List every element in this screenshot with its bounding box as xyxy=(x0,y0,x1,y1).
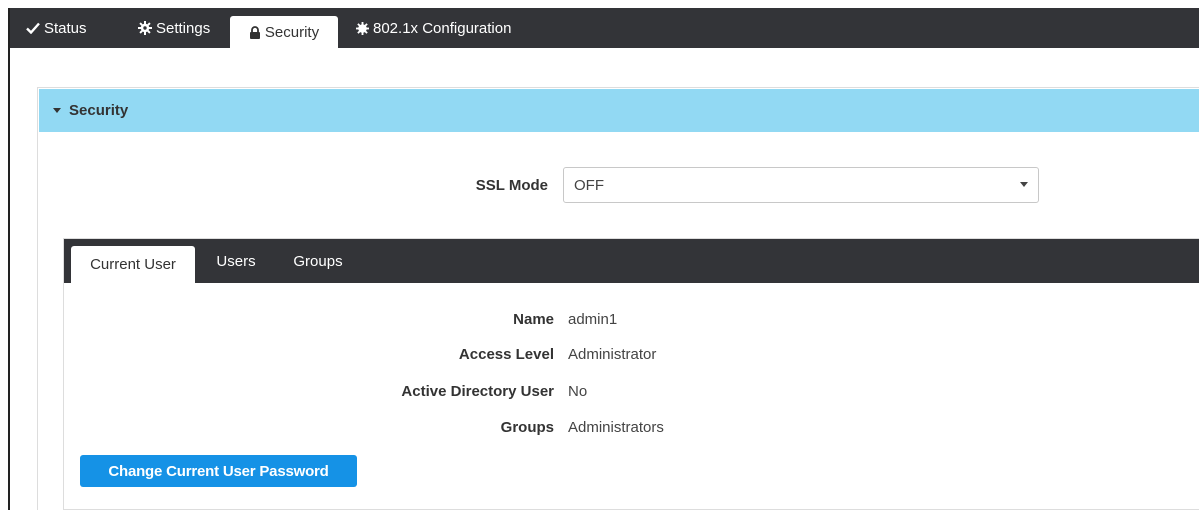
tab-security[interactable]: Security xyxy=(230,16,338,48)
app-frame: Status Settings Security 802.1x Configur… xyxy=(8,8,1199,510)
tab-current-user-label: Current User xyxy=(90,256,176,273)
name-value: admin1 xyxy=(568,311,618,328)
tab-8021x-label: 802.1x Configuration xyxy=(373,19,512,37)
user-tabs-panel: Current User Users Groups Name admin1 Ac… xyxy=(63,238,1199,510)
tab-current-user[interactable]: Current User xyxy=(71,246,195,283)
tab-8021x-configuration[interactable]: 802.1x Configuration xyxy=(348,8,519,48)
tab-settings[interactable]: Settings xyxy=(130,8,218,48)
name-label: Name xyxy=(513,311,554,328)
tab-users[interactable]: Users xyxy=(207,239,265,283)
active-directory-user-value: No xyxy=(568,383,588,400)
tab-security-label: Security xyxy=(264,23,320,41)
groups-label: Groups xyxy=(500,419,554,436)
user-tab-bar: Current User Users Groups xyxy=(64,239,1199,283)
tab-groups[interactable]: Groups xyxy=(284,239,352,283)
tab-settings-label: Settings xyxy=(156,19,211,37)
change-current-user-password-button[interactable]: Change Current User Password xyxy=(80,455,357,487)
ssl-mode-label: SSL Mode xyxy=(475,177,548,194)
tab-groups-label: Groups xyxy=(293,252,343,270)
check-icon xyxy=(26,22,40,34)
tab-users-label: Users xyxy=(216,252,256,270)
top-nav-bar: Status Settings Security 802.1x Configur… xyxy=(10,8,1199,48)
lock-icon xyxy=(249,25,261,39)
access-level-value: Administrator xyxy=(568,346,657,363)
tab-status-label: Status xyxy=(44,19,87,37)
security-panel-header[interactable]: Security xyxy=(39,89,1199,132)
chevron-down-icon xyxy=(1020,182,1028,187)
caret-down-icon xyxy=(53,108,61,113)
gear-icon xyxy=(138,21,152,35)
access-level-label: Access Level xyxy=(458,346,554,363)
cog-icon xyxy=(356,21,369,35)
active-directory-user-label: Active Directory User xyxy=(401,383,554,400)
ssl-mode-select[interactable]: OFF xyxy=(563,167,1039,203)
security-panel: Security SSL Mode OFF Current User Users… xyxy=(37,87,1199,510)
security-panel-title: Security xyxy=(69,102,129,119)
groups-value: Administrators xyxy=(568,419,664,436)
tab-status[interactable]: Status xyxy=(18,8,95,48)
ssl-mode-value: OFF xyxy=(574,176,604,194)
